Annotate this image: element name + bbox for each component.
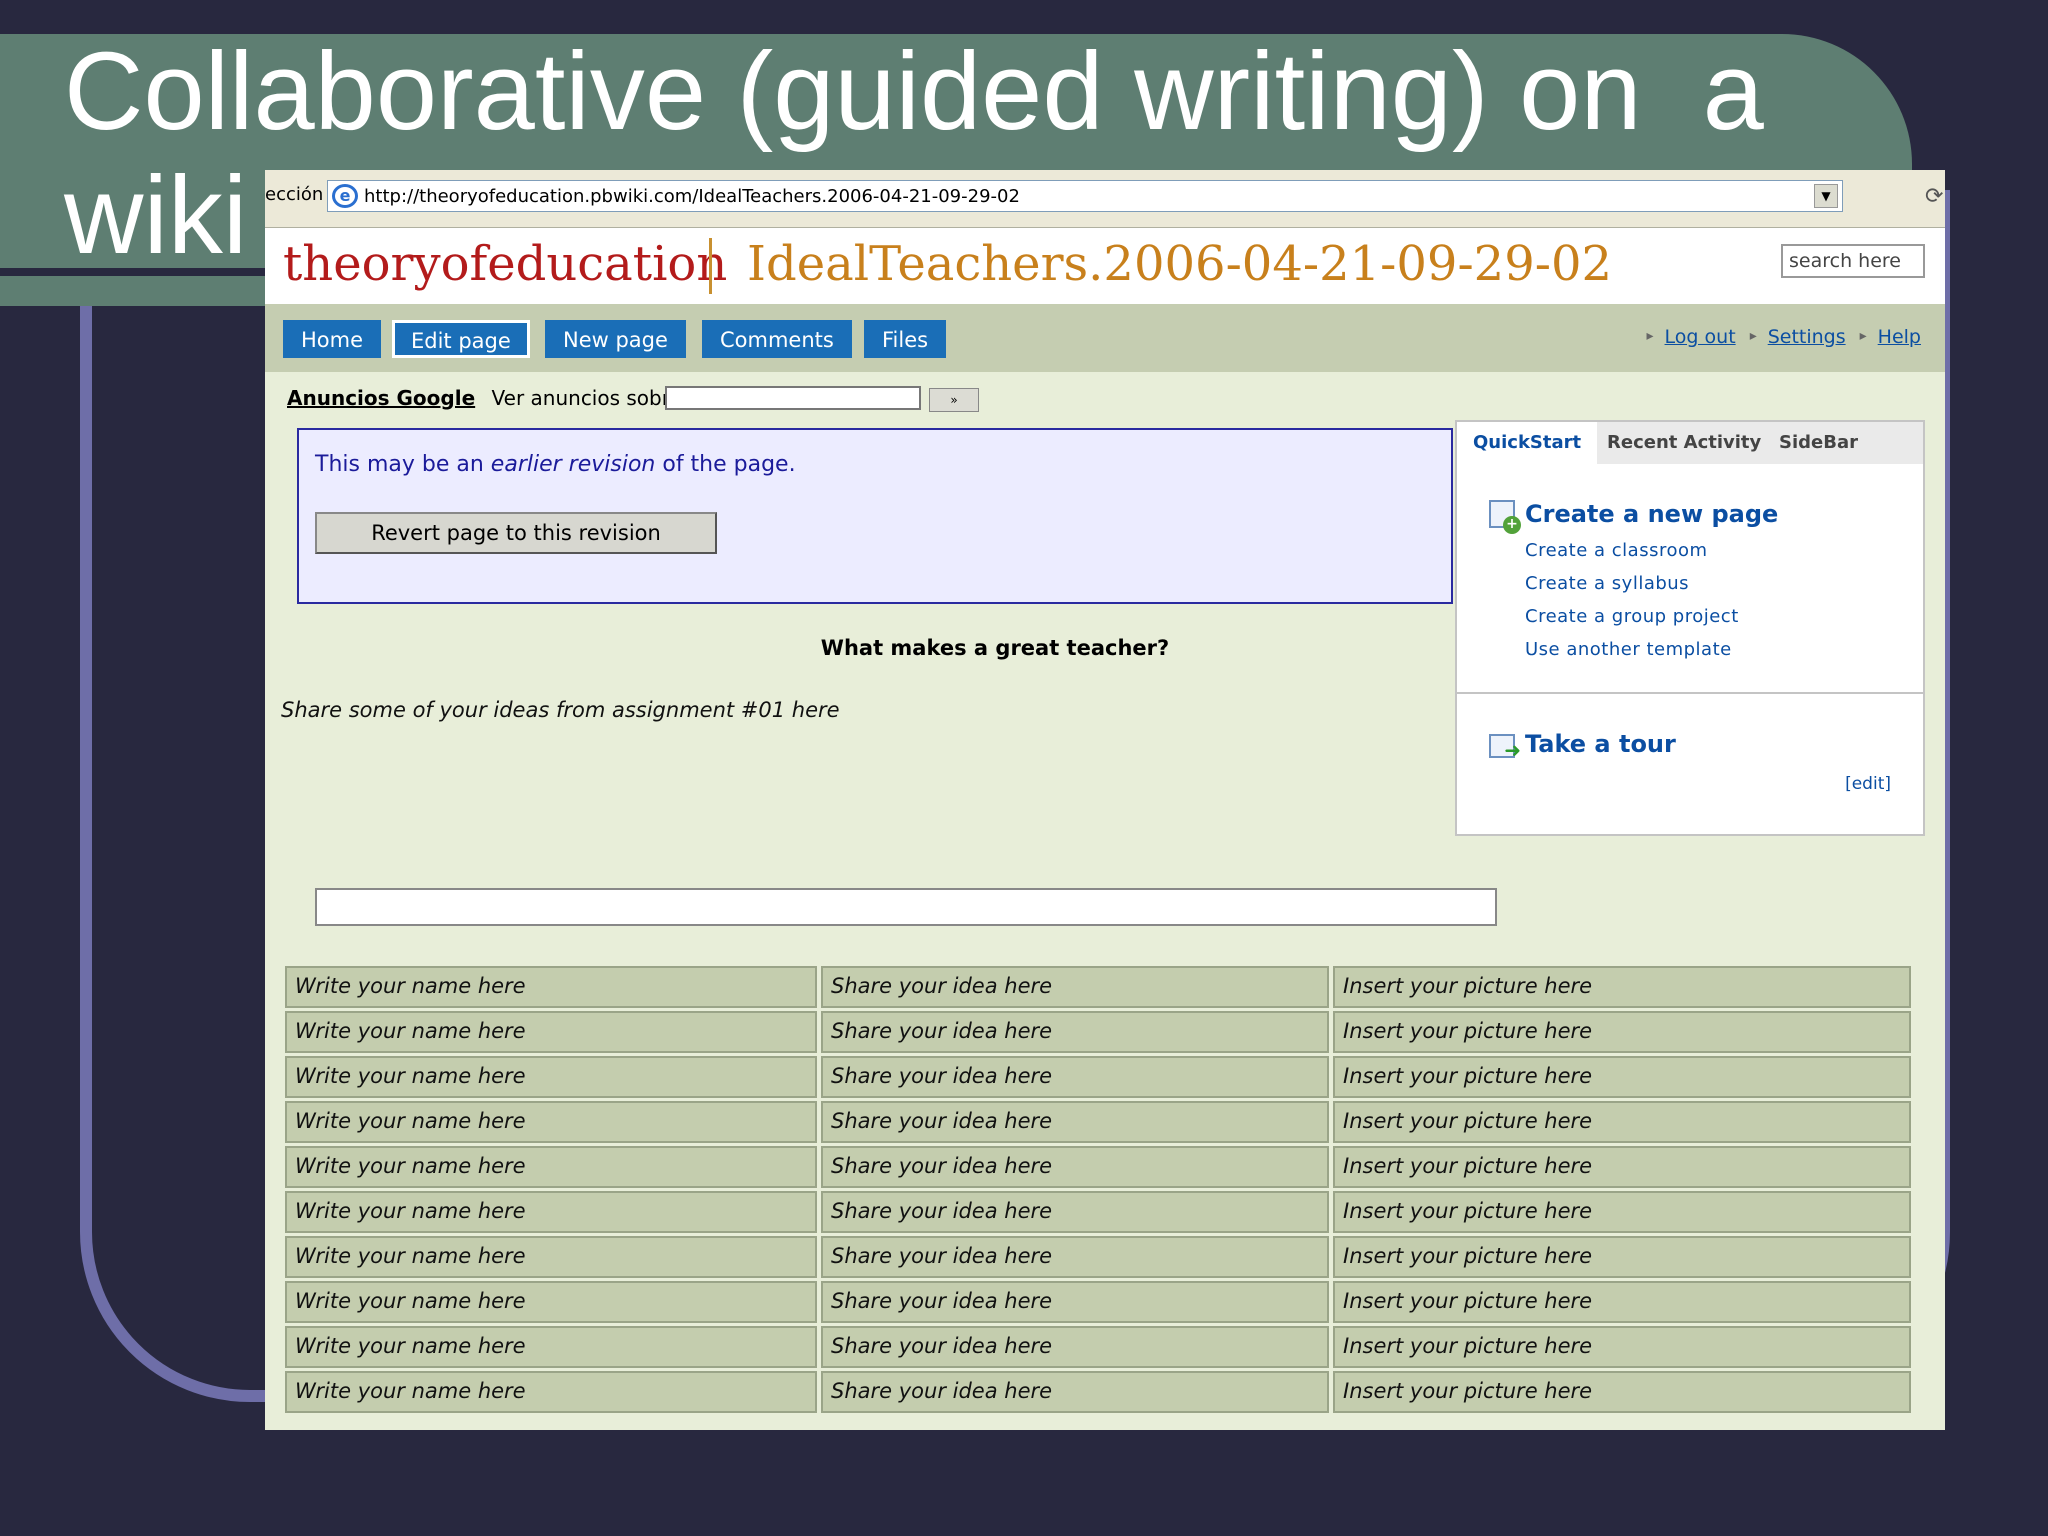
edit-page-button[interactable]: Edit page [392,320,530,358]
files-button[interactable]: Files [864,320,947,358]
name-cell[interactable]: Write your name here [285,1191,817,1233]
browser-screenshot: ección e http://theoryofeducation.pbwiki… [265,170,1945,1430]
tab-sidebar[interactable]: SideBar [1779,432,1858,453]
name-cell[interactable]: Write your name here [285,1056,817,1098]
idea-cell[interactable]: Share your idea here [821,1236,1329,1278]
create-group-project-link[interactable]: Create a group project [1525,606,1739,627]
home-button[interactable]: Home [283,320,382,358]
picture-cell[interactable]: Insert your picture here [1333,966,1911,1008]
revision-text-emphasis: earlier revision [490,452,656,477]
idea-cell[interactable]: Share your idea here [821,966,1329,1008]
tab-quickstart[interactable]: QuickStart [1473,432,1581,453]
new-page-icon: + [1489,500,1521,534]
table-row: Write your name here Share your idea here… [285,966,1911,1008]
google-ads-link[interactable]: Anuncios Google [287,386,475,410]
account-links: Log out Settings Help [1639,326,1921,348]
name-cell[interactable]: Write your name here [285,1101,817,1143]
create-new-page-link[interactable]: Create a new page [1525,500,1778,528]
revert-revision-button[interactable]: Revert page to this revision [315,512,717,554]
picture-cell[interactable]: Insert your picture here [1333,1326,1911,1368]
idea-cell[interactable]: Share your idea here [821,1281,1329,1323]
tour-icon: ➜ [1489,734,1521,760]
idea-cell[interactable]: Share your idea here [821,1326,1329,1368]
take-tour-link[interactable]: Take a tour [1525,730,1676,758]
settings-link[interactable]: Settings [1768,326,1846,348]
create-classroom-link[interactable]: Create a classroom [1525,540,1708,561]
google-ads-bar: Anuncios Google Ver anuncios sobre: [287,386,689,410]
name-cell[interactable]: Write your name here [285,966,817,1008]
table-row: Write your name here Share your idea here… [285,1056,1911,1098]
sidebar-tabs: QuickStart Recent Activity SideBar [1457,422,1923,466]
ads-prompt: Ver anuncios sobre: [491,386,689,410]
revision-text-end: of the page. [655,452,796,477]
table-row: Write your name here Share your idea here… [285,1101,1911,1143]
create-syllabus-link[interactable]: Create a syllabus [1525,573,1689,594]
table-row: Write your name here Share your idea here… [285,1281,1911,1323]
refresh-icon[interactable]: ⟳ [1925,184,1943,209]
idea-cell[interactable]: Share your idea here [821,1146,1329,1188]
table-row: Write your name here Share your idea here… [285,1236,1911,1278]
name-cell[interactable]: Write your name here [285,1326,817,1368]
picture-cell[interactable]: Insert your picture here [1333,1146,1911,1188]
idea-cell[interactable]: Share your idea here [821,1056,1329,1098]
sidebar-edit-link[interactable]: [edit] [1845,774,1891,794]
name-cell[interactable]: Write your name here [285,1371,817,1413]
content-heading: What makes a great teacher? [820,636,1170,660]
idea-cell[interactable]: Share your idea here [821,1371,1329,1413]
picture-cell[interactable]: Insert your picture here [1333,1236,1911,1278]
revision-notice: This may be an earlier revision of the p… [297,428,1453,604]
idea-cell[interactable]: Share your idea here [821,1101,1329,1143]
ads-search-input[interactable] [665,386,921,410]
content-intro: Share some of your ideas from assignment… [281,698,840,722]
table-row: Write your name here Share your idea here… [285,1146,1911,1188]
log-out-link[interactable]: Log out [1665,326,1736,348]
blank-input-row[interactable] [315,888,1497,926]
name-cell[interactable]: Write your name here [285,1146,817,1188]
help-link[interactable]: Help [1878,326,1921,348]
quickstart-sidebar: QuickStart Recent Activity SideBar + Cre… [1455,420,1925,836]
picture-cell[interactable]: Insert your picture here [1333,1371,1911,1413]
nav-bar: Home Edit page New page Comments Files L… [265,304,1945,372]
slide-title: Collaborative (guided writing) on a wiki [64,30,1795,277]
revision-text-start: This may be an [315,452,491,477]
table-row: Write your name here Share your idea here… [285,1011,1911,1053]
idea-cell[interactable]: Share your idea here [821,1011,1329,1053]
table-row: Write your name here Share your idea here… [285,1326,1911,1368]
idea-cell[interactable]: Share your idea here [821,1191,1329,1233]
picture-cell[interactable]: Insert your picture here [1333,1101,1911,1143]
ads-go-button[interactable]: » [929,388,979,412]
use-template-link[interactable]: Use another template [1525,639,1732,660]
name-cell[interactable]: Write your name here [285,1236,817,1278]
name-cell[interactable]: Write your name here [285,1281,817,1323]
table-row: Write your name here Share your idea here… [285,1191,1911,1233]
picture-cell[interactable]: Insert your picture here [1333,1281,1911,1323]
chevron-down-icon[interactable]: ▼ [1814,184,1838,208]
name-cell[interactable]: Write your name here [285,1011,817,1053]
new-page-button[interactable]: New page [545,320,686,358]
table-row: Write your name here Share your idea here… [285,1371,1911,1413]
picture-cell[interactable]: Insert your picture here [1333,1191,1911,1233]
comments-button[interactable]: Comments [702,320,852,358]
revision-text: This may be an earlier revision of the p… [315,452,796,477]
picture-cell[interactable]: Insert your picture here [1333,1011,1911,1053]
tab-recent-activity[interactable]: Recent Activity [1607,432,1761,453]
sidebar-divider [1457,692,1923,694]
picture-cell[interactable]: Insert your picture here [1333,1056,1911,1098]
